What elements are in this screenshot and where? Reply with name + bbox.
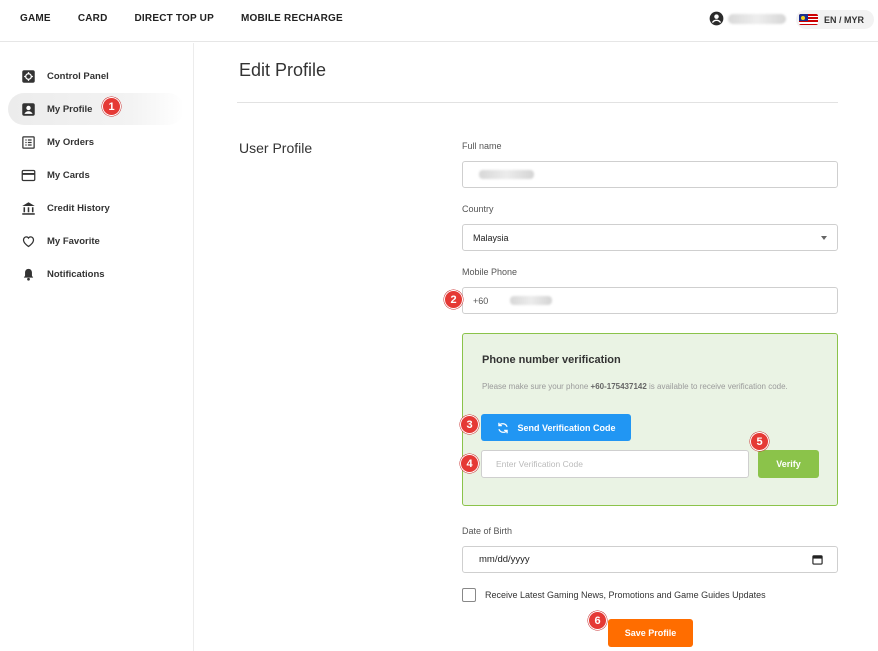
step-badge: 1 — [102, 97, 121, 116]
nav-game[interactable]: GAME — [20, 13, 51, 24]
newsletter-checkbox[interactable] — [462, 588, 476, 602]
sidebar-item-notifications[interactable]: Notifications — [8, 258, 184, 290]
language-label: EN / MYR — [824, 14, 865, 25]
sidebar-item-label: My Cards — [47, 169, 90, 181]
save-profile-button[interactable]: Save Profile — [608, 619, 693, 647]
full-name-redacted — [479, 170, 534, 179]
sidebar: Control Panel My Profile My Orders My Ca… — [0, 43, 194, 651]
sidebar-item-label: My Orders — [47, 136, 94, 148]
verification-phone: +60-175437142 — [590, 382, 647, 391]
sidebar-item-label: My Favorite — [47, 235, 100, 247]
verification-title: Phone number verification — [482, 354, 621, 366]
chevron-down-icon — [821, 236, 827, 240]
sidebar-item-label: Control Panel — [47, 70, 109, 82]
control-panel-icon — [22, 69, 35, 83]
nav-direct-top-up[interactable]: DIRECT TOP UP — [135, 13, 214, 24]
step-badge: 5 — [750, 432, 769, 451]
sidebar-item-credit-history[interactable]: Credit History — [8, 192, 184, 224]
verification-instructions: Please make sure your phone +60-17543714… — [482, 382, 788, 391]
step-badge: 4 — [460, 454, 479, 473]
title-divider — [237, 102, 838, 103]
step-badge: 6 — [588, 611, 607, 630]
verification-code-input[interactable]: Enter Verification Code — [481, 450, 749, 478]
page-title: Edit Profile — [239, 60, 327, 80]
heart-icon — [22, 235, 35, 247]
nav-card[interactable]: CARD — [78, 13, 108, 24]
orders-icon — [22, 135, 35, 149]
full-name-field[interactable] — [462, 161, 838, 188]
verify-button[interactable]: Verify — [758, 450, 819, 478]
country-select[interactable]: Malaysia — [462, 224, 838, 251]
sidebar-item-label: My Profile — [47, 103, 93, 115]
phone-verification-panel: Phone number verification Please make su… — [462, 333, 838, 506]
country-value: Malaysia — [473, 232, 509, 243]
profile-icon — [22, 102, 35, 116]
nav-mobile-recharge[interactable]: MOBILE RECHARGE — [241, 13, 343, 24]
main-nav: GAME CARD DIRECT TOP UP MOBILE RECHARGE — [20, 13, 370, 24]
mobile-phone-label: Mobile Phone — [462, 267, 518, 277]
sidebar-item-my-cards[interactable]: My Cards — [8, 159, 184, 191]
newsletter-option: Receive Latest Gaming News, Promotions a… — [462, 588, 766, 602]
account-circle-icon — [709, 11, 724, 26]
date-of-birth-label: Date of Birth — [462, 526, 513, 536]
calendar-icon[interactable] — [812, 554, 823, 565]
mobile-phone-field[interactable]: +60 — [462, 287, 838, 314]
language-currency-selector[interactable]: EN / MYR — [796, 10, 874, 29]
sidebar-item-my-orders[interactable]: My Orders — [8, 126, 184, 158]
phone-prefix: +60 — [473, 295, 489, 306]
user-account-menu[interactable] — [709, 11, 786, 26]
sidebar-item-label: Credit History — [47, 202, 110, 214]
sidebar-item-my-profile[interactable]: My Profile — [8, 93, 184, 125]
phone-number-redacted — [510, 296, 553, 305]
date-of-birth-field[interactable]: mm/dd/yyyy — [462, 546, 838, 573]
sidebar-item-my-favorite[interactable]: My Favorite — [8, 225, 184, 257]
username-redacted — [728, 13, 786, 24]
country-label: Country — [462, 204, 494, 214]
malaysia-flag-icon — [799, 14, 818, 25]
sync-icon — [498, 422, 509, 433]
step-badge: 3 — [460, 415, 479, 434]
step-badge: 2 — [444, 290, 463, 309]
newsletter-label: Receive Latest Gaming News, Promotions a… — [485, 590, 766, 600]
sidebar-item-label: Notifications — [47, 268, 105, 280]
section-title: User Profile — [239, 140, 313, 156]
bank-icon — [22, 201, 35, 215]
bell-icon — [23, 268, 34, 281]
send-verification-code-button[interactable]: Send Verification Code — [481, 414, 631, 441]
card-icon — [21, 169, 36, 181]
sidebar-item-control-panel[interactable]: Control Panel — [8, 60, 184, 92]
full-name-label: Full name — [462, 141, 502, 151]
top-navigation-bar: GAME CARD DIRECT TOP UP MOBILE RECHARGE … — [0, 0, 878, 42]
